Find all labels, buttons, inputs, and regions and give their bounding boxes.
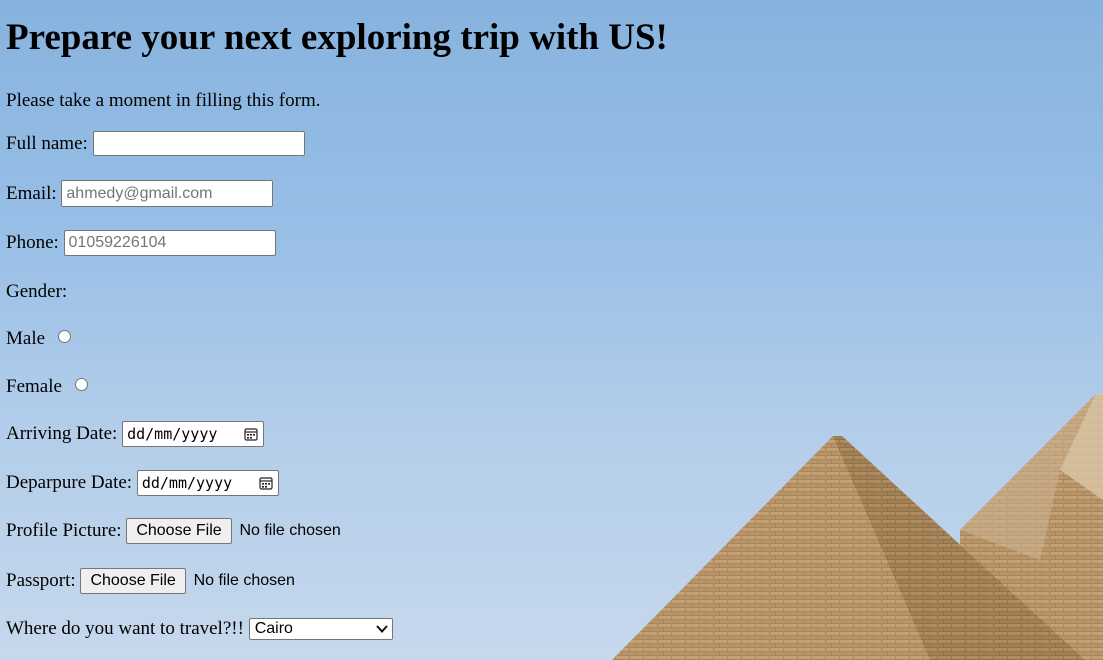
arriving-date-placeholder: dd/mm/yyyy [127, 425, 218, 443]
arriving-date-input[interactable]: dd/mm/yyyy [122, 421, 265, 447]
phone-field[interactable] [63, 230, 276, 256]
full-name-label: Full name: [6, 132, 88, 154]
chevron-down-icon [375, 624, 388, 633]
gender-female-label: Female [6, 375, 62, 397]
destination-selected-value: Cairo [254, 619, 293, 637]
passport-label: Passport: [6, 570, 76, 591]
destination-label: Where do you want to travel?!! [6, 617, 244, 639]
arriving-date-label: Arriving Date: [6, 423, 118, 444]
full-name-input[interactable] [92, 131, 305, 156]
gender-male-radio[interactable] [57, 330, 71, 344]
calendar-icon[interactable] [259, 476, 273, 490]
passport-status: No file chosen [193, 572, 295, 589]
intro-text: Please take a moment in filling this for… [6, 89, 321, 111]
gender-label: Gender: [6, 280, 68, 302]
calendar-icon[interactable] [244, 427, 258, 441]
gender-male-label: Male [6, 327, 46, 349]
email-label: Email: [6, 182, 57, 204]
departure-date-input[interactable]: dd/mm/yyyy [136, 470, 279, 496]
profile-picture-status: No file chosen [239, 522, 341, 539]
page-title: Prepare your next exploring trip with US… [6, 17, 668, 58]
gender-female-radio[interactable] [74, 378, 88, 392]
passport-choose-button[interactable]: Choose File [80, 568, 186, 594]
profile-picture-choose-button[interactable]: Choose File [126, 518, 232, 544]
profile-picture-label: Profile Picture: [6, 520, 122, 541]
destination-select[interactable]: Cairo [248, 617, 393, 640]
phone-label: Phone: [6, 232, 59, 253]
departure-date-label: Deparpure Date: [6, 472, 133, 493]
departure-date-placeholder: dd/mm/yyyy [141, 474, 233, 492]
email-field[interactable] [61, 180, 274, 207]
